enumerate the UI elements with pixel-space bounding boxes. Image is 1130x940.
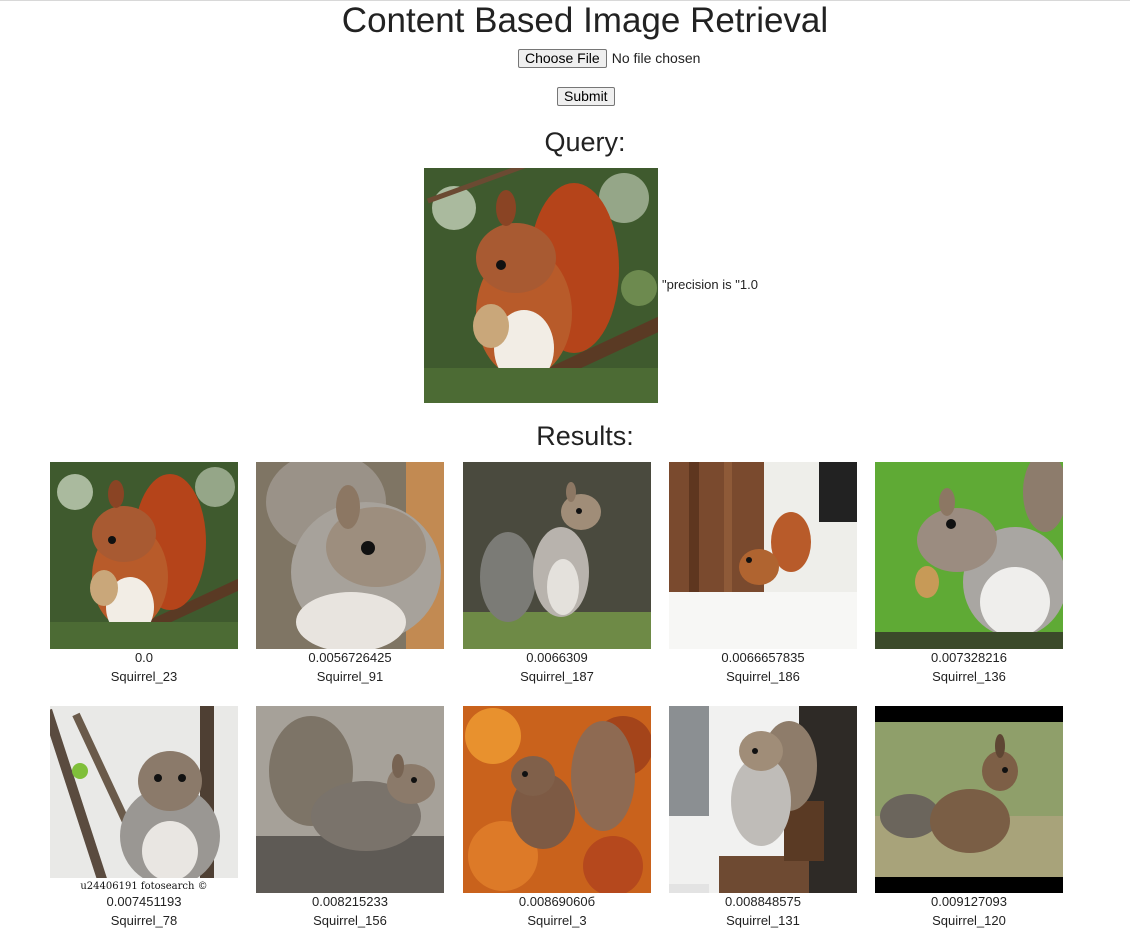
result-score: 0.0056726425 [308,650,392,665]
result-score: 0.008215233 [312,894,388,909]
result-image-squirrel-131 [669,706,857,893]
result-image-squirrel-78: u24406191 fotosearch © [50,706,238,893]
result-score: 0.007328216 [931,650,1007,665]
result-name: Squirrel_186 [726,669,800,684]
result-image-squirrel-136 [875,462,1063,649]
result-image-squirrel-3 [463,706,651,893]
result-score: 0.00869060б [518,894,596,909]
result-score: 0.008848575 [725,894,801,909]
result-score: 0.0 [134,650,154,665]
submit-button[interactable]: Submit [557,87,615,106]
result-name: Squirrel_136 [932,669,1006,684]
result-image-squirrel-156 [256,706,444,893]
result-image-squirrel-186 [669,462,857,649]
result-name: Squirrel_78 [110,913,178,928]
page-title: Content Based Image Retrieval [341,1,829,40]
result-name: Squirrel_91 [316,669,384,684]
result-score: 0.0066309 [526,650,588,665]
result-image-squirrel-23 [50,462,238,649]
precision-text: "precision is "1.0 [662,277,758,292]
result-score: 0.009127093 [931,894,1007,909]
query-image [424,168,658,403]
result-name: Squirrel_120 [932,913,1006,928]
result-image-squirrel-187 [463,462,651,649]
result-score: 0.007451193 [106,894,182,909]
results-heading: Results: [536,421,634,451]
result-score: 0.0066657835 [721,650,805,665]
result-name: Squirrel_187 [520,669,594,684]
result-image-squirrel-120 [875,706,1063,893]
svg-text:u24406191 fotosearch ©: u24406191 fotosearch © [80,881,207,892]
result-name: Squirrel_131 [726,913,800,928]
query-heading: Query: [544,127,626,157]
result-name: Squirrel_23 [110,669,178,684]
file-status-text: No file chosen [611,50,701,66]
choose-file-button[interactable]: Choose File [518,48,607,68]
file-input[interactable]: Choose File No file chosen [518,48,700,68]
result-name: Squirrel_3 [527,913,587,928]
result-image-squirrel-91 [256,462,444,649]
result-name: Squirrel_156 [313,913,387,928]
